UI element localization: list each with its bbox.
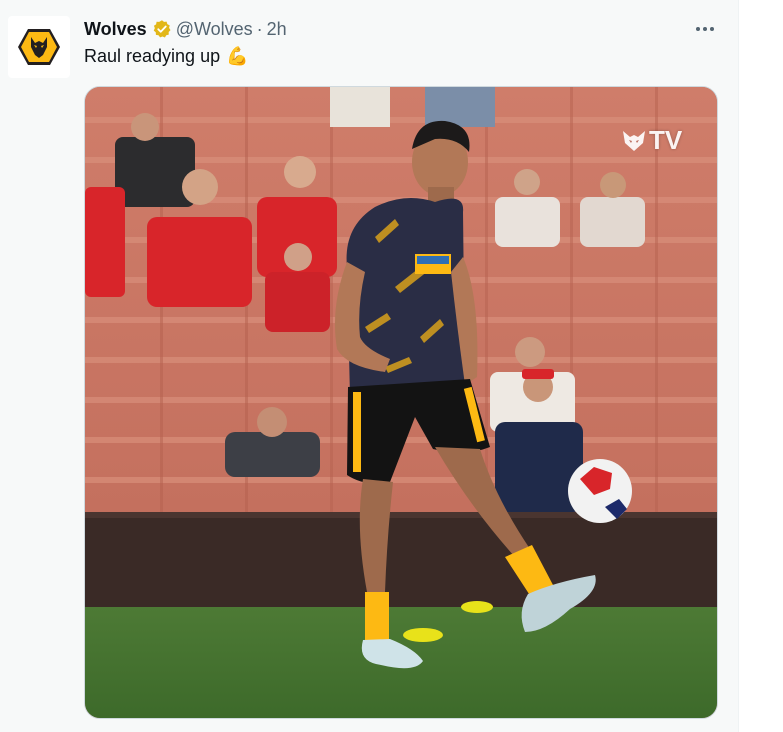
wolves-tv-watermark: TV [621, 125, 682, 156]
watermark-text: TV [649, 125, 683, 155]
timeline-border [738, 0, 739, 732]
tweet-text: Raul readying up 💪 [84, 46, 249, 67]
separator-dot: · [256, 18, 263, 39]
pitch-side-wall [85, 512, 717, 607]
tweet-timestamp[interactable]: 2h [267, 19, 287, 40]
author-name[interactable]: Wolves [84, 19, 147, 40]
wolf-head-icon [623, 130, 645, 151]
author-handle[interactable]: @Wolves [176, 19, 253, 40]
flexed-biceps-emoji: 💪 [226, 46, 249, 66]
training-cone [461, 601, 493, 613]
training-cone [403, 628, 443, 642]
football [568, 459, 632, 523]
verified-badge-icon[interactable] [152, 19, 172, 39]
tweet-video[interactable]: TV [84, 86, 718, 719]
tweet-header: Wolves @Wolves · 2h [84, 18, 287, 40]
tweet-text-content: Raul readying up [84, 46, 221, 66]
tweet-card[interactable]: Wolves @Wolves · 2h Raul readying up 💪 T… [0, 0, 738, 732]
video-frame [85, 87, 717, 718]
more-options-icon[interactable] [690, 18, 720, 40]
avatar[interactable] [8, 16, 70, 78]
wolves-logo-icon [18, 29, 60, 65]
